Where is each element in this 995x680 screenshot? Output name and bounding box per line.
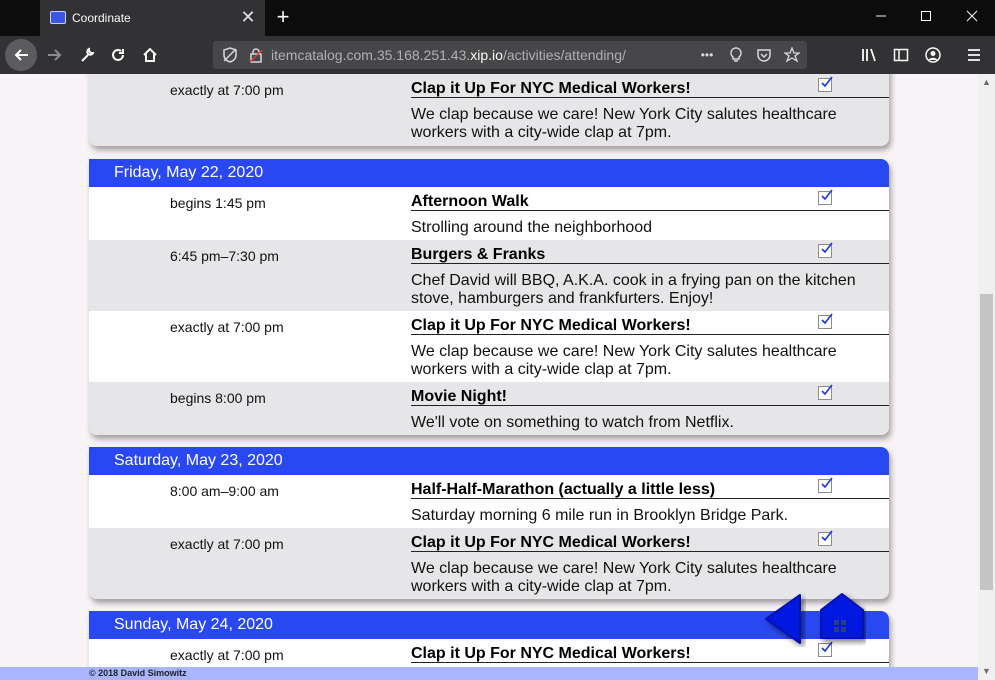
bookmark-star-icon[interactable] [781,44,803,66]
day-header: Saturday, May 23, 2020 [89,447,889,475]
event-time: exactly at 7:00 pm [170,647,284,663]
scroll-thumb[interactable] [980,294,993,590]
attending-checkbox[interactable] [818,189,833,205]
event-row[interactable]: exactly at 7:00 pm Clap it Up For NYC Me… [89,528,889,599]
event-time: exactly at 7:00 pm [170,536,284,552]
library-icon[interactable] [855,40,885,70]
day-block-saturday: Saturday, May 23, 2020 8:00 am–9:00 am H… [89,447,889,599]
minimize-window-icon[interactable] [858,0,904,34]
event-row[interactable]: begins 1:45 pm Afternoon Walk Strolling … [89,187,889,240]
insecure-lock-icon[interactable] [245,44,267,66]
event-row[interactable]: 8:00 am–9:00 am Half-Half-Marathon (actu… [89,475,889,528]
page-footer: © 2018 David Simowitz [0,667,978,680]
day-block-friday: Friday, May 22, 2020 begins 1:45 pm Afte… [89,159,889,435]
home-icon[interactable] [135,40,165,70]
page-actions-menu-icon[interactable]: ••• [696,44,718,66]
event-time: exactly at 7:00 pm [170,319,284,335]
event-time: begins 1:45 pm [170,195,266,211]
event-description: Strolling around the neighborhood [411,219,653,236]
browser-titlebar: Coordinate ✕ + [0,0,995,36]
attending-checkbox[interactable] [818,313,833,329]
home-fab-button[interactable] [818,590,866,646]
account-icon[interactable] [918,40,948,70]
site-favicon-icon [50,11,66,24]
maximize-window-icon[interactable] [903,0,949,34]
attending-checkbox[interactable] [818,530,833,546]
event-row[interactable]: 6:45 pm–7:30 pm Burgers & Franks Chef Da… [89,240,889,311]
url-host: xip.io [470,47,503,63]
event-description: We clap because we care! New York City s… [411,343,837,378]
tab-title: Coordinate [72,11,131,25]
attending-checkbox[interactable] [818,76,833,92]
new-tab-button[interactable]: + [270,4,296,30]
reload-icon[interactable] [103,40,133,70]
attending-checkbox[interactable] [818,477,833,493]
pocket-icon[interactable] [753,44,775,66]
day-header: Friday, May 22, 2020 [89,159,889,187]
hamburger-menu-icon[interactable] [959,40,989,70]
scroll-down-arrow-icon[interactable]: ▼ [978,663,995,680]
day-block-previous: exactly at 7:00 pm Clap it Up For NYC Me… [89,74,889,146]
back-arrow-icon[interactable] [5,39,37,71]
copyright-text: © 2018 David Simowitz [89,668,187,678]
url-text[interactable]: itemcatalog.com.35.168.251.43.xip.io/act… [271,47,626,63]
event-time: exactly at 7:00 pm [170,82,284,98]
event-row[interactable]: exactly at 7:00 pm Clap it Up For NYC Me… [89,74,889,146]
url-path: /activities/attending/ [502,47,626,63]
attending-checkbox[interactable] [818,242,833,258]
event-time: begins 8:00 pm [170,390,266,406]
tracking-protection-icon[interactable] [219,44,241,66]
event-time: 8:00 am–9:00 am [170,483,279,499]
attending-checkbox[interactable] [818,384,833,400]
previous-arrow-button[interactable] [760,591,806,647]
scroll-up-arrow-icon[interactable]: ▲ [978,74,995,91]
wrench-icon[interactable] [72,40,102,70]
event-description: We'll vote on something to watch from Ne… [411,414,734,431]
event-time: 6:45 pm–7:30 pm [170,248,279,264]
event-description: Chef David will BBQ, A.K.A. cook in a fr… [411,272,856,307]
browser-toolbar: itemcatalog.com.35.168.251.43.xip.io/act… [0,36,995,74]
address-bar[interactable]: itemcatalog.com.35.168.251.43.xip.io/act… [213,41,807,69]
event-row[interactable]: exactly at 7:00 pm Clap it Up For NYC Me… [89,311,889,382]
browser-tab-active[interactable]: Coordinate ✕ [40,0,265,36]
close-window-icon[interactable] [949,0,995,34]
sidebar-icon[interactable] [886,40,916,70]
tab-close-icon[interactable]: ✕ [239,7,257,27]
event-row[interactable]: begins 8:00 pm Movie Night! We'll vote o… [89,382,889,435]
event-description: Saturday morning 6 mile run in Brooklyn … [411,507,789,524]
lightbulb-icon[interactable] [725,44,747,66]
event-description: We clap because we care! New York City s… [411,106,837,141]
forward-arrow-icon[interactable] [40,40,70,70]
vertical-scrollbar[interactable]: ▲ ▼ [978,74,995,680]
url-domain-dim: itemcatalog.com.35.168.251.43. [271,47,471,63]
